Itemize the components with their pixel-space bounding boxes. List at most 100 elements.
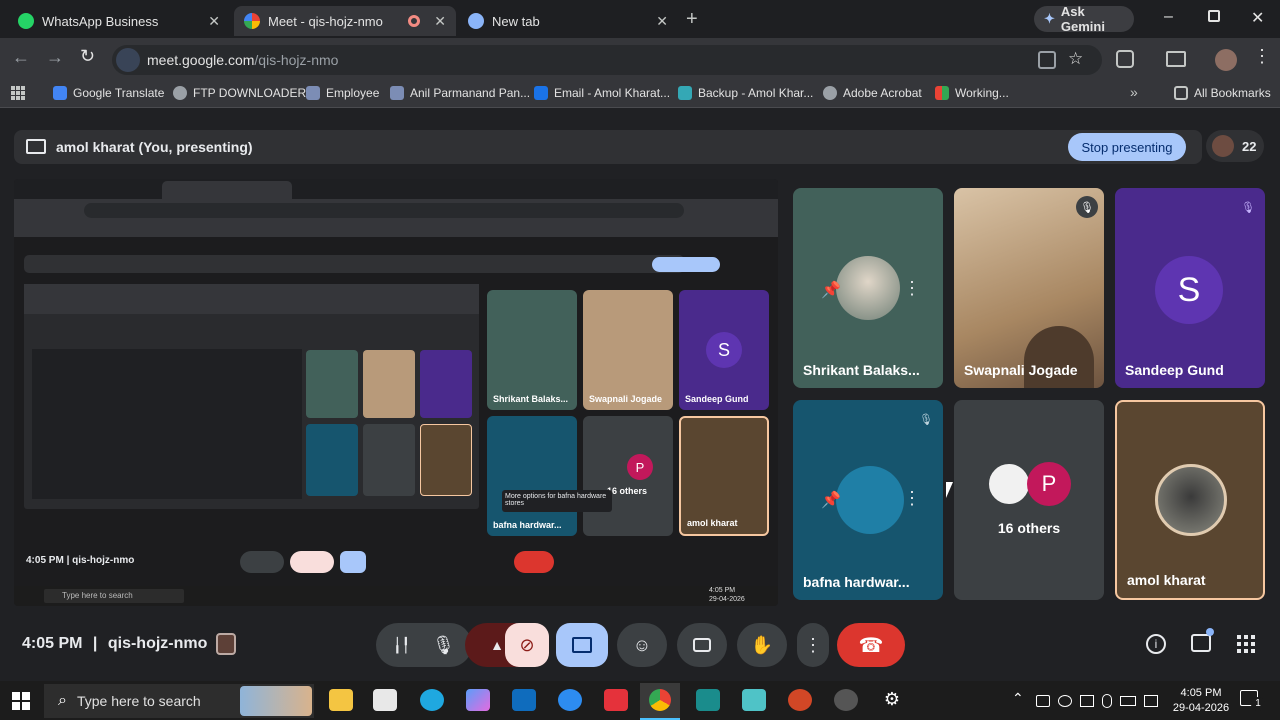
bookmark-ftp[interactable]: FTP DOWNLOADER (173, 86, 306, 100)
taskbar-search-placeholder: Type here to search (76, 693, 201, 709)
copilot-icon[interactable] (466, 689, 490, 711)
mini-tile-bafna: bafna hardwar... (487, 416, 577, 536)
file-explorer-icon[interactable] (329, 689, 353, 711)
extensions-icon[interactable] (1116, 50, 1134, 68)
ask-gemini-button[interactable]: ✦ Ask Gemini (1034, 4, 1134, 34)
notes-icon[interactable] (742, 689, 766, 711)
chrome-taskbar-active[interactable] (640, 683, 680, 720)
notification-center-icon[interactable]: 1 (1240, 690, 1265, 711)
pin-icon[interactable]: 📌 (821, 490, 841, 510)
restore-icon[interactable] (1208, 10, 1220, 22)
mini-avatar-s: S (706, 332, 742, 368)
wifi-icon[interactable] (1080, 695, 1094, 707)
profile-avatar[interactable] (1215, 49, 1237, 71)
settings-gear-icon[interactable]: ⚙ (880, 689, 904, 711)
bookmark-anil[interactable]: Anil Parmanand Pan... (390, 86, 530, 100)
chevron-up-icon[interactable]: ▲ (490, 637, 504, 653)
bookmark-email[interactable]: Email - Amol Kharat... (534, 86, 670, 100)
powerpoint-icon[interactable] (788, 689, 812, 711)
participant-count: 22 (1242, 138, 1257, 154)
microphone-icon[interactable]: 🎙 (432, 635, 455, 656)
tab-whatsapp[interactable]: WhatsApp Business ✕ (8, 6, 230, 36)
store-icon[interactable] (373, 689, 397, 711)
bookmark-backup[interactable]: Backup - Amol Khar... (678, 86, 813, 100)
tile-others[interactable]: P 16 others (954, 400, 1104, 600)
anydesk-icon[interactable] (604, 689, 628, 711)
back-icon[interactable]: ← (12, 47, 30, 68)
tile-swapnali[interactable]: 🎙 Swapnali Jogade (954, 188, 1104, 388)
windows-start-icon[interactable] (12, 692, 30, 710)
reactions-button[interactable]: ☺ (617, 623, 667, 667)
tray-chevron-icon[interactable]: ⌃ (1012, 690, 1024, 707)
clock-date: 29-04-2026 (1172, 702, 1230, 714)
new-tab-icon[interactable]: + (686, 8, 698, 31)
all-bookmarks[interactable]: All Bookmarks (1174, 86, 1271, 100)
present-now-button[interactable] (556, 623, 608, 667)
volume-icon[interactable] (1144, 695, 1158, 707)
activities-icon[interactable] (1237, 635, 1255, 653)
close-window-icon[interactable]: ✕ (1251, 8, 1264, 28)
tally-icon[interactable] (696, 689, 720, 711)
battery-icon[interactable] (1120, 696, 1136, 706)
edge-icon[interactable] (420, 689, 444, 711)
bookmark-star-icon[interactable]: ☆ (1068, 49, 1083, 69)
close-tab-icon[interactable]: ✕ (434, 13, 446, 30)
onedrive-icon[interactable] (1058, 695, 1072, 707)
document-icon (390, 86, 404, 100)
bookmark-working[interactable]: Working... (935, 86, 1009, 100)
translate-icon[interactable] (1038, 51, 1056, 69)
more-options-button[interactable]: ⋮ (797, 623, 829, 667)
meeting-code[interactable]: qis-hojz-nmo (108, 635, 208, 652)
reload-icon[interactable]: ↻ (80, 46, 95, 67)
more-options-icon[interactable]: ⋮ (903, 278, 921, 299)
close-tab-icon[interactable]: ✕ (656, 13, 668, 30)
tab-meet[interactable]: Meet - qis-hojz-nmo ✕ (234, 6, 456, 36)
pin-icon[interactable]: 📌 (821, 280, 841, 300)
chrome-menu-icon[interactable]: ⋮ (1253, 46, 1271, 67)
more-bookmarks-icon[interactable]: » (1130, 84, 1138, 100)
participant-video (836, 256, 900, 320)
bookmark-adobe[interactable]: Adobe Acrobat (823, 86, 922, 100)
mini-taskbar-time: 4:05 PM (709, 587, 736, 594)
stop-presenting-button[interactable]: Stop presenting (1068, 133, 1186, 161)
apps-grid-icon[interactable] (11, 86, 25, 100)
participant-name: amol kharat (1127, 572, 1206, 588)
forward-icon[interactable]: → (46, 47, 64, 68)
bookmark-google-translate[interactable]: Google Translate (53, 86, 164, 100)
backup-icon (678, 86, 692, 100)
camera-off-icon[interactable]: ⊘ (505, 623, 549, 667)
tile-shrikant[interactable]: 📌 ⋮ Shrikant Balaks... (793, 188, 943, 388)
site-info-icon[interactable] (116, 48, 140, 72)
host-controls-icon[interactable] (216, 633, 236, 655)
close-tab-icon[interactable]: ✕ (208, 13, 220, 30)
address-bar[interactable]: meet.google.com/qis-hojz-nmo ☆ (112, 45, 1102, 75)
network-icon[interactable] (1036, 695, 1050, 707)
snipping-icon[interactable] (834, 689, 858, 711)
telegram-icon[interactable] (558, 689, 582, 711)
mic-tray-icon[interactable] (1102, 694, 1112, 708)
more-options-icon[interactable]: ⋮ (903, 488, 921, 509)
raise-hand-button[interactable]: ✋ (737, 623, 787, 667)
minimize-icon[interactable]: – (1164, 8, 1173, 26)
tile-bafna[interactable]: 🎙 📌 ⋮ bafna hardwar... (793, 400, 943, 600)
tile-sandeep[interactable]: 🎙 S Sandeep Gund (1115, 188, 1265, 388)
participants-button[interactable]: 22 (1206, 130, 1264, 162)
outlook-icon[interactable] (512, 689, 536, 711)
tile-amol[interactable]: amol kharat (1115, 400, 1265, 600)
tab-search-icon[interactable] (1166, 51, 1186, 67)
browser-tab-strip: WhatsApp Business ✕ Meet - qis-hojz-nmo … (0, 0, 1280, 38)
meeting-details-icon[interactable]: i (1146, 634, 1166, 654)
taskbar-search[interactable]: ⌕ Type here to search (44, 684, 314, 718)
taskbar-clock[interactable]: 4:05 PM 29-04-2026 (1172, 686, 1230, 716)
mini-tile-name: amol kharat (687, 518, 738, 528)
chat-icon[interactable] (1191, 628, 1214, 652)
mini-tile-amol: amol kharat (679, 416, 769, 536)
audio-level-icon[interactable]: ╽╿ (393, 637, 410, 654)
whatsapp-icon (18, 13, 34, 29)
tab-new[interactable]: New tab ✕ (458, 6, 678, 36)
mini-code: qis-hojz-nmo (72, 555, 135, 566)
leave-call-button[interactable]: ☎ (837, 623, 905, 667)
bookmark-employee[interactable]: Employee (306, 86, 379, 100)
mouse-cursor (946, 482, 953, 498)
captions-button[interactable] (677, 623, 727, 667)
